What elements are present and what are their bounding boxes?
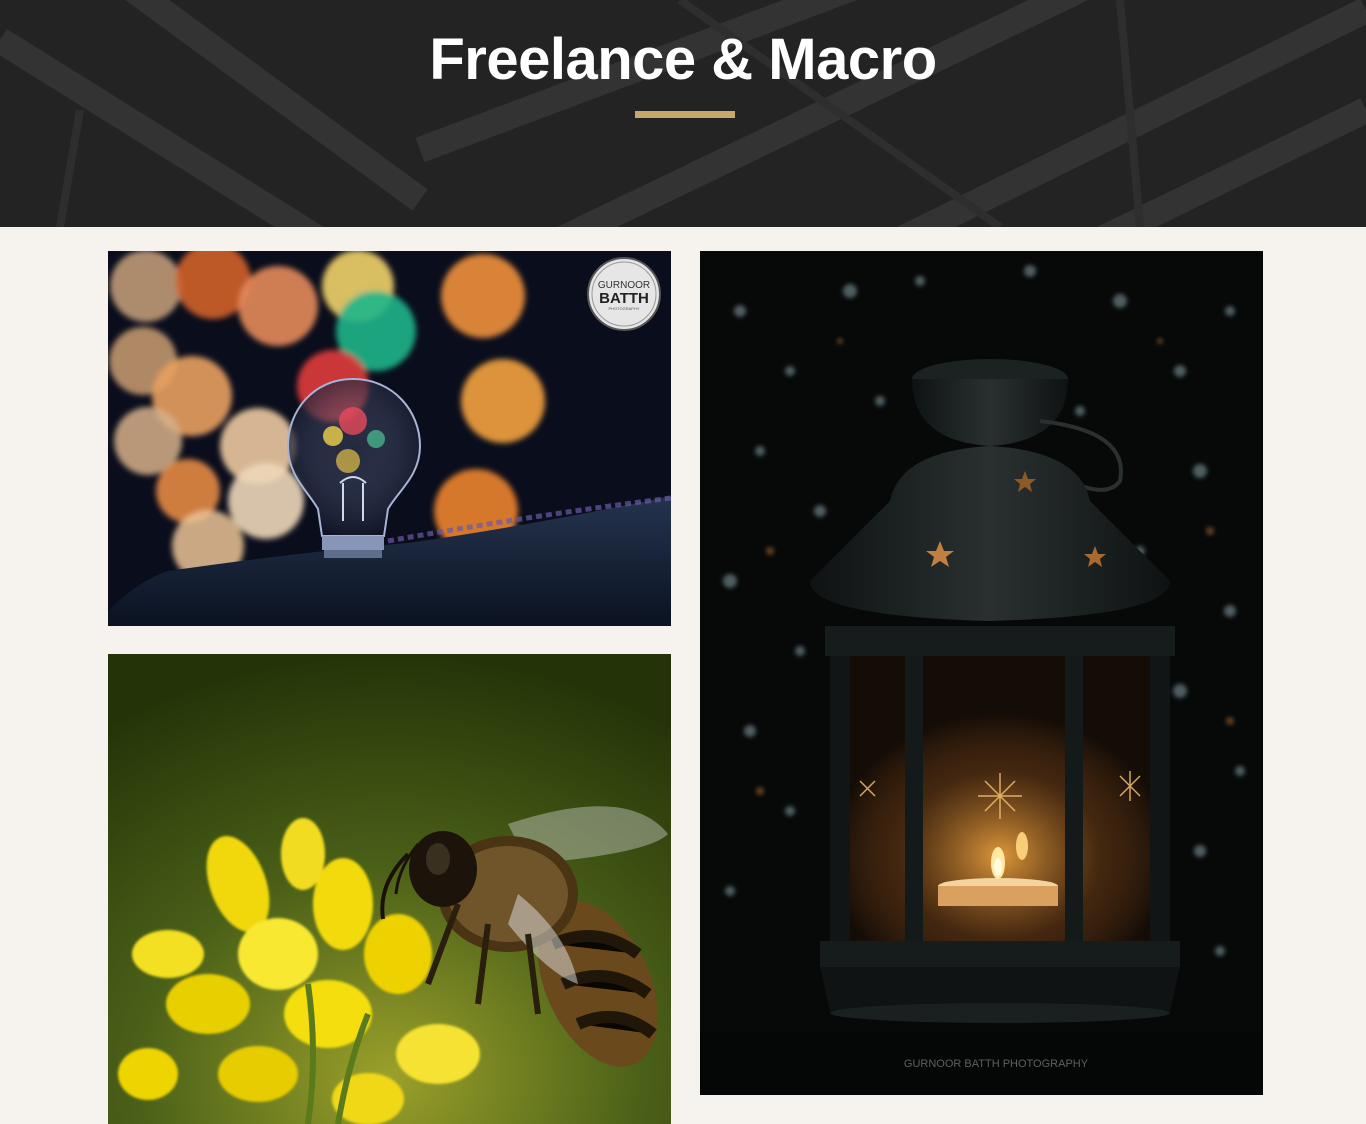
gallery-photo-lantern[interactable]: GURNOOR BATTH PHOTOGRAPHY [700, 251, 1263, 1095]
gallery-photo-lightbulb[interactable]: GURNOOR BATTH PHOTOGRAPHY [108, 251, 671, 626]
logo-line2: BATTH [599, 290, 649, 307]
page-title: Freelance & Macro [429, 27, 937, 92]
hero-banner: Freelance & Macro [0, 0, 1366, 227]
photographer-logo: GURNOOR BATTH PHOTOGRAPHY [587, 257, 661, 331]
logo-line3: PHOTOGRAPHY [608, 306, 639, 311]
title-underline [635, 111, 735, 118]
gallery-photo-bee[interactable] [108, 654, 671, 1124]
photographer-watermark: GURNOOR BATTH PHOTOGRAPHY [904, 1058, 1089, 1070]
